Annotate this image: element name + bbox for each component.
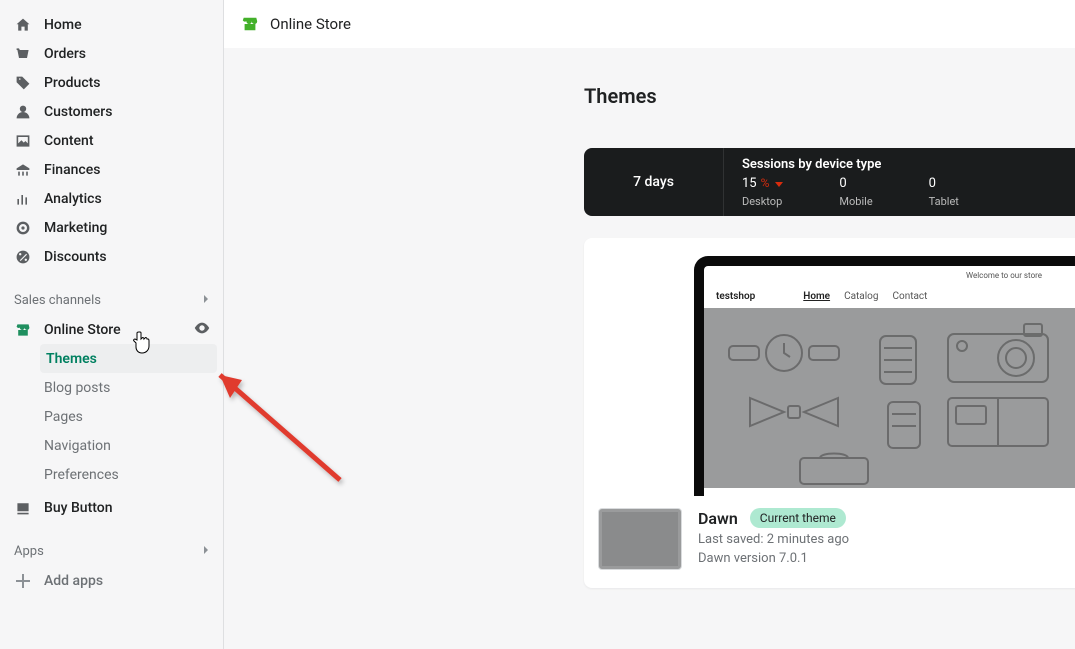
subnav-blog-posts-label: Blog posts (44, 380, 110, 396)
subnav-pages[interactable]: Pages (28, 402, 223, 431)
subnav-pages-label: Pages (44, 409, 83, 425)
target-icon (14, 220, 32, 236)
nav-orders-label: Orders (44, 46, 86, 62)
hero-wallet-icon (944, 392, 1054, 452)
hero-bag-icon (794, 448, 874, 488)
nav-finances[interactable]: Finances (0, 155, 223, 184)
nav-home-label: Home (44, 17, 82, 33)
stat-tablet: 0 Tablet (929, 176, 959, 208)
stats-range[interactable]: 7 days (584, 148, 724, 216)
nav-products-label: Products (44, 75, 101, 91)
nav-content[interactable]: Content (0, 126, 223, 155)
theme-thumbnail[interactable] (598, 508, 682, 570)
section-sales-label: Sales channels (14, 293, 101, 308)
percent-icon (14, 249, 32, 265)
theme-version: Dawn version 7.0.1 (698, 551, 849, 566)
section-sales-channels: Sales channels (0, 285, 223, 315)
home-icon (14, 17, 32, 33)
nav-add-apps-label: Add apps (44, 573, 103, 589)
nav-buy-button-label: Buy Button (44, 500, 113, 516)
stat-tablet-label: Tablet (929, 195, 959, 208)
subnav-themes-label: Themes (46, 351, 97, 367)
current-theme-badge: Current theme (750, 508, 846, 528)
nav-analytics[interactable]: Analytics (0, 184, 223, 213)
nav-online-store[interactable]: Online Store (0, 315, 223, 344)
theme-card: Welcome to our store testshop Home Catal… (584, 238, 1075, 588)
theme-meta: Dawn Current theme Last saved: 2 minutes… (584, 496, 1075, 576)
theme-preview-screen: Welcome to our store testshop Home Catal… (704, 266, 1075, 496)
store-logo-icon (240, 14, 260, 34)
stat-mobile-label: Mobile (839, 195, 872, 208)
subnav-preferences[interactable]: Preferences (28, 460, 223, 489)
preview-hero (704, 308, 1075, 488)
nav-customers[interactable]: Customers (0, 97, 223, 126)
stats-sessions-title: Sessions by device type (742, 157, 1075, 172)
bars-icon (14, 191, 32, 207)
hero-bowtie-icon (744, 392, 844, 432)
nav-add-apps[interactable]: Add apps (0, 566, 223, 595)
content: Themes 7 days Sessions by device type 15… (224, 48, 1075, 649)
nav-marketing-label: Marketing (44, 220, 107, 236)
image-icon (14, 133, 32, 149)
nav-buy-button[interactable]: Buy Button (0, 493, 223, 522)
nav-customers-label: Customers (44, 104, 112, 120)
stat-mobile: 0 Mobile (839, 176, 872, 208)
preview-link-catalog: Catalog (844, 291, 878, 302)
stat-desktop: 15% Desktop (742, 176, 783, 208)
nav-content-label: Content (44, 133, 94, 149)
stats-strip: 7 days Sessions by device type 15% Deskt… (584, 148, 1075, 216)
nav-marketing[interactable]: Marketing (0, 213, 223, 242)
topbar: Online Store (224, 0, 1075, 48)
nav-discounts-label: Discounts (44, 249, 107, 265)
preview-nav: testshop Home Catalog Contact (704, 284, 1075, 308)
subnav-navigation[interactable]: Navigation (28, 431, 223, 460)
store-icon (14, 322, 32, 338)
topbar-title: Online Store (270, 15, 351, 33)
stats-range-label: 7 days (633, 174, 674, 190)
subnav-navigation-label: Navigation (44, 438, 111, 454)
theme-last-saved: Last saved: 2 minutes ago (698, 532, 849, 547)
plus-icon (14, 574, 32, 588)
theme-name: Dawn (698, 509, 738, 528)
subnav-blog-posts[interactable]: Blog posts (28, 373, 223, 402)
online-store-subnav: Themes Blog posts Pages Navigation Prefe… (0, 344, 223, 489)
stat-mobile-value: 0 (839, 176, 872, 191)
section-apps: Apps (0, 536, 223, 566)
nav-products[interactable]: Products (0, 68, 223, 97)
preview-announcement: Welcome to our store (704, 266, 1075, 284)
buy-button-icon (14, 500, 32, 516)
nav-online-store-label: Online Store (44, 322, 121, 338)
stat-desktop-label: Desktop (742, 195, 783, 208)
nav-analytics-label: Analytics (44, 191, 102, 207)
nav-home[interactable]: Home (0, 10, 223, 39)
nav-finances-label: Finances (44, 162, 100, 178)
hero-camera-icon (944, 318, 1054, 388)
hero-lens-icon (874, 330, 922, 390)
section-apps-label: Apps (14, 544, 44, 559)
eye-icon[interactable] (193, 319, 211, 341)
stat-desktop-value: 15% (742, 176, 783, 191)
stat-tablet-value: 0 (929, 176, 959, 191)
bank-icon (14, 162, 32, 178)
theme-preview-frame: Welcome to our store testshop Home Catal… (694, 256, 1075, 496)
chevron-right-icon[interactable] (201, 544, 211, 559)
subnav-preferences-label: Preferences (44, 467, 119, 483)
preview-brand: testshop (716, 291, 755, 302)
hero-watch-icon (724, 328, 844, 378)
subnav-themes[interactable]: Themes (40, 344, 217, 373)
theme-text: Dawn Current theme Last saved: 2 minutes… (698, 508, 849, 570)
page-title: Themes (584, 84, 1075, 108)
sidebar: Home Orders Products Customers Content (0, 0, 224, 649)
person-icon (14, 104, 32, 120)
orders-icon (14, 46, 32, 62)
chevron-right-icon[interactable] (201, 293, 211, 308)
nav-orders[interactable]: Orders (0, 39, 223, 68)
stats-sessions: Sessions by device type 15% Desktop 0 Mo… (724, 148, 1075, 216)
preview-link-home: Home (803, 291, 830, 302)
tag-icon (14, 75, 32, 91)
preview-link-contact: Contact (892, 291, 927, 302)
main: Online Store Themes 7 days Sessions by d… (224, 0, 1075, 649)
hero-lens2-icon (884, 398, 924, 453)
nav-discounts[interactable]: Discounts (0, 242, 223, 271)
